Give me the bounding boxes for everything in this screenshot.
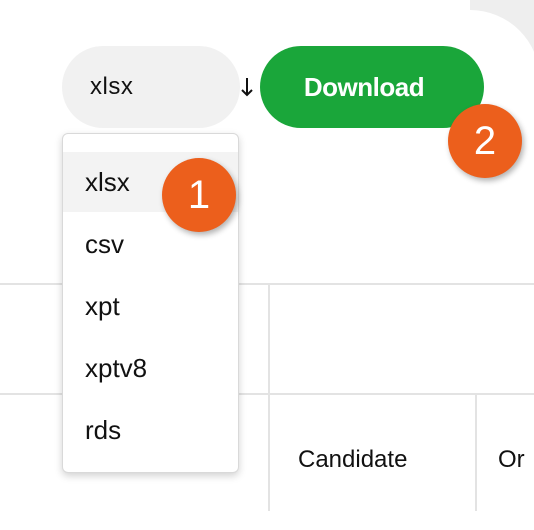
table-header-partial: Or bbox=[498, 446, 525, 473]
table-divider bbox=[475, 393, 477, 511]
table-divider bbox=[268, 393, 270, 511]
dropdown-option-xpt[interactable]: xpt bbox=[63, 276, 238, 336]
table-divider bbox=[268, 283, 270, 395]
arrow-down-icon bbox=[241, 78, 253, 97]
download-button[interactable]: Download bbox=[260, 46, 484, 128]
table-header-candidate: Candidate bbox=[298, 446, 408, 473]
format-select-value: xlsx bbox=[90, 73, 134, 100]
dropdown-option-xptv8[interactable]: xptv8 bbox=[63, 338, 238, 398]
format-select[interactable]: xlsx bbox=[62, 46, 253, 128]
step-badge-2: 2 bbox=[448, 104, 522, 178]
step-badge-1: 1 bbox=[162, 158, 236, 232]
dropdown-option-rds[interactable]: rds bbox=[63, 400, 238, 460]
